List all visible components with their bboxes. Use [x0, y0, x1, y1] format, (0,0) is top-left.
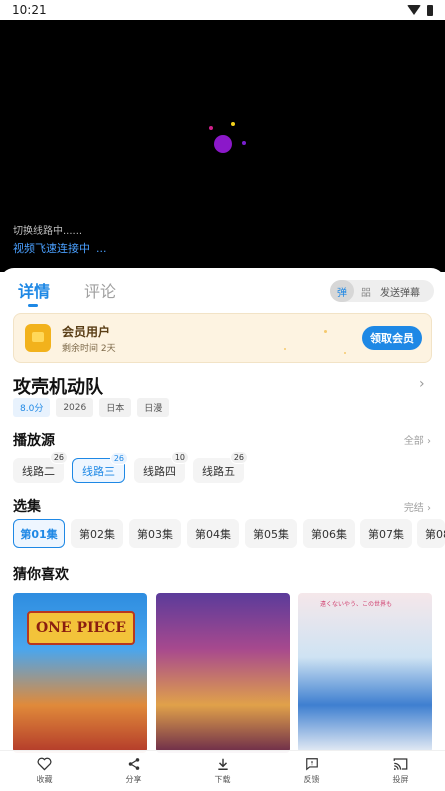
connecting-text: 视频飞速连接中... — [13, 240, 107, 256]
download-label: 下载 — [214, 775, 231, 784]
loading-spinner-icon — [205, 120, 255, 170]
source-label: 线路二 — [22, 464, 55, 478]
status-bar: 10:21 — [0, 0, 445, 20]
source-item[interactable]: 线路五 26 — [193, 451, 248, 483]
loader-dot — [214, 135, 232, 153]
source-item-selected[interactable]: 线路三 26 — [72, 452, 128, 483]
episodes-status-label: 完结 — [403, 503, 424, 514]
favorite-button[interactable]: 收藏 — [0, 751, 89, 791]
feedback-label: 反馈 — [303, 775, 320, 784]
episode-item[interactable]: 第05集 — [245, 519, 297, 548]
vip-remaining-time: 剩余时间 2天 — [62, 344, 116, 354]
download-icon — [215, 757, 231, 771]
sources-all-link[interactable]: 全部 › — [404, 432, 431, 447]
source-item[interactable]: 线路四 10 — [134, 451, 189, 483]
episode-item[interactable]: 第06集 — [303, 519, 355, 548]
vip-badge-icon — [25, 324, 51, 352]
tab-indicator — [28, 304, 38, 307]
poster-logo: ONE PIECE — [27, 611, 135, 645]
loader-dot — [209, 126, 213, 130]
episode-list: 第01集 第02集 第03集 第04集 第05集 第06集 第07集 第08 — [13, 519, 445, 548]
episodes-status-link[interactable]: 完结 › — [404, 499, 431, 514]
video-title[interactable]: 攻壳机动队 — [13, 373, 103, 399]
episode-item-selected[interactable]: 第01集 — [13, 519, 65, 548]
battery-icon — [427, 4, 433, 16]
poster-card[interactable]: ONE PIECE — [13, 593, 147, 753]
episode-item[interactable]: 第04集 — [187, 519, 239, 548]
danmaku-control: 弹 㗊 发送弹幕 — [330, 280, 434, 302]
cast-icon — [393, 757, 409, 771]
cast-label: 投屏 — [392, 775, 409, 784]
poster-caption: 遠くないやう、この世界も — [320, 601, 393, 608]
switching-line-text: 切换线路中...... — [13, 226, 83, 237]
region-tag: 日本 — [99, 398, 132, 417]
episode-count-badge: 26 — [229, 451, 248, 464]
chevron-right-icon[interactable]: › — [419, 376, 425, 392]
sparkle-icon — [324, 330, 327, 333]
tab-comment[interactable]: 评论 — [84, 278, 116, 302]
danmaku-toggle-button[interactable]: 弹 — [330, 280, 354, 302]
episode-item[interactable]: 第08 — [417, 519, 445, 548]
recommend-list: ONE PIECE 遠くないやう、この世界も — [13, 593, 445, 753]
status-time: 10:21 — [12, 3, 47, 17]
share-icon — [126, 757, 142, 771]
poster-card[interactable]: 遠くないやう、この世界も — [298, 593, 432, 753]
episode-item[interactable]: 第03集 — [129, 519, 181, 548]
connecting-label: 视频飞速连接中 — [13, 242, 90, 255]
sources-all-label: 全部 — [403, 436, 424, 447]
score-tag: 8.0分 — [13, 398, 51, 417]
poster-card[interactable] — [156, 593, 290, 753]
claim-vip-button[interactable]: 领取会员 — [362, 326, 422, 350]
source-label: 线路五 — [202, 464, 235, 478]
danmaku-settings-button[interactable]: 㗊 — [354, 284, 378, 299]
recommend-title: 猜你喜欢 — [13, 567, 69, 583]
episode-count-badge: 10 — [170, 451, 189, 464]
video-player[interactable]: 切换线路中...... 视频飞速连接中... — [0, 20, 445, 272]
download-button[interactable]: 下载 — [178, 751, 267, 791]
status-icons — [407, 4, 433, 16]
source-label: 线路三 — [82, 464, 115, 478]
episode-count-badge: 26 — [109, 452, 128, 465]
tab-bar: 详情 评论 弹 㗊 发送弹幕 — [0, 274, 445, 308]
loader-dot — [231, 122, 235, 126]
tab-detail[interactable]: 详情 — [18, 278, 50, 302]
danmaku-send-input[interactable]: 发送弹幕 — [380, 284, 420, 299]
bottom-action-bar: 收藏 分享 下载 反馈 投屏 — [0, 750, 445, 791]
year-tag: 2026 — [56, 398, 94, 417]
vip-card[interactable]: 会员用户 剩余时间 2天 领取会员 — [13, 313, 432, 363]
episode-item[interactable]: 第02集 — [71, 519, 123, 548]
favorite-label: 收藏 — [36, 775, 53, 784]
source-item[interactable]: 线路二 26 — [13, 451, 68, 483]
video-tags: 8.0分 2026 日本 日漫 — [13, 398, 170, 417]
connecting-dots: ... — [96, 242, 107, 255]
episodes-title: 选集 — [13, 499, 41, 515]
heart-icon — [37, 757, 53, 771]
share-label: 分享 — [125, 775, 142, 784]
sparkle-icon — [284, 348, 286, 350]
detail-sheet: 详情 评论 弹 㗊 发送弹幕 会员用户 剩余时间 2天 领取会员 攻壳机动队 ›… — [0, 268, 445, 791]
cast-button[interactable]: 投屏 — [356, 751, 445, 791]
sparkle-icon — [344, 352, 346, 354]
loader-dot — [242, 141, 246, 145]
share-button[interactable]: 分享 — [89, 751, 178, 791]
wifi-icon — [407, 5, 421, 15]
feedback-icon — [304, 757, 320, 771]
vip-title: 会员用户 — [62, 325, 111, 339]
source-list: 线路二 26 线路三 26 线路四 10 线路五 26 — [13, 451, 433, 486]
episode-item[interactable]: 第07集 — [360, 519, 412, 548]
feedback-button[interactable]: 反馈 — [267, 751, 356, 791]
episode-count-badge: 26 — [49, 451, 68, 464]
sources-title: 播放源 — [13, 433, 55, 449]
genre-tag: 日漫 — [137, 398, 170, 417]
source-label: 线路四 — [143, 464, 176, 478]
